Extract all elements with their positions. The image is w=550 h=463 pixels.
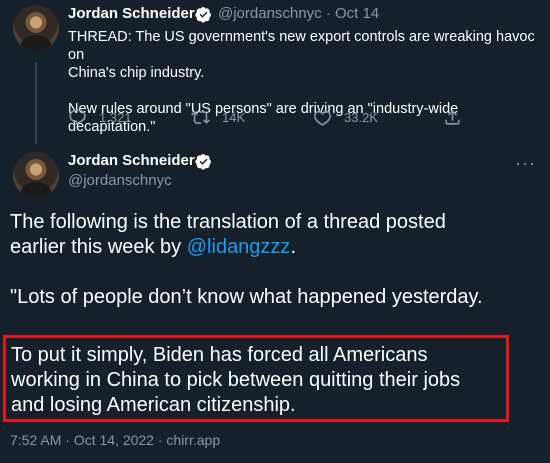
tweet-actions: 1,321 14K 33.2K (68, 108, 468, 130)
retweet-icon (191, 111, 210, 124)
author-handle[interactable]: @jordanschnyc (68, 172, 172, 189)
verified-badge-icon (195, 154, 211, 170)
avatar[interactable] (13, 5, 59, 51)
thread-connector-line (35, 62, 37, 144)
mention-link[interactable]: @lidangzzz (187, 236, 291, 258)
reply-icon (69, 109, 86, 126)
tweet-date: Oct 14 (334, 5, 380, 22)
author-handle[interactable]: @jordanschnyc · Oct 14 (218, 5, 379, 22)
tweet-body: The following is the translation of a th… (10, 211, 483, 308)
author-name[interactable]: Jordan Schneider (68, 5, 195, 22)
reply-button[interactable]: 1,321 (68, 108, 132, 127)
share-button[interactable] (443, 108, 474, 127)
verified-badge-icon (195, 7, 211, 23)
retweet-button[interactable]: 14K (191, 108, 245, 127)
more-options-icon[interactable]: ··· (515, 154, 536, 172)
avatar[interactable] (13, 152, 59, 198)
author-name[interactable]: Jordan Schneider (68, 152, 195, 169)
tweet-timestamp[interactable]: 7:52 AM · Oct 14, 2022 · chirr.app (10, 432, 220, 448)
heart-icon (314, 110, 331, 126)
like-button[interactable]: 33.2K (313, 108, 378, 127)
share-icon (445, 110, 460, 125)
highlighted-text: To put it simply, Biden has forced all A… (11, 344, 461, 416)
